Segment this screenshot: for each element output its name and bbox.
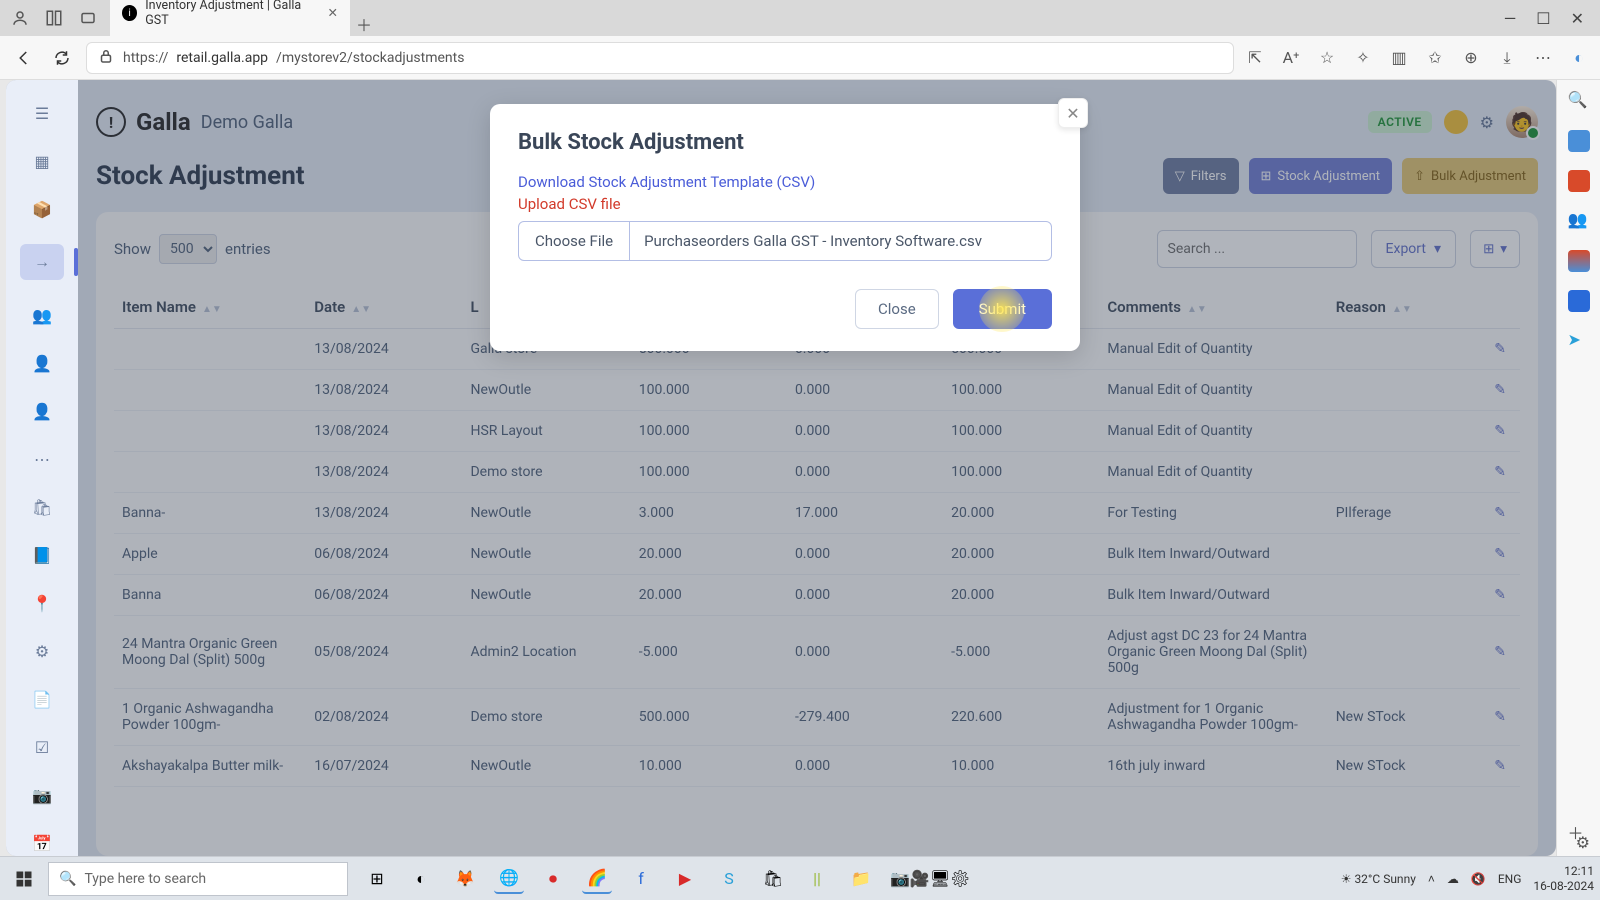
explorer-icon[interactable]: 📁: [846, 864, 876, 894]
nav-location-icon[interactable]: 📍: [29, 590, 55, 616]
browser-tab-strip: i Inventory Adjustment | Galla GST ✕ ＋ —…: [0, 0, 1600, 36]
app-icon[interactable]: ||: [802, 864, 832, 894]
chrome-icon[interactable]: 🌈: [582, 864, 612, 894]
read-aloud-icon[interactable]: A⁺: [1280, 48, 1302, 67]
choose-file-button[interactable]: Choose File: [519, 222, 630, 260]
game-bar-icon[interactable]: 📷🎥🖥⚙: [890, 869, 970, 888]
modal-close-button[interactable]: ✕: [1058, 98, 1088, 128]
favorites-bar-icon[interactable]: ✩: [1424, 48, 1446, 67]
send-icon[interactable]: ➤: [1568, 330, 1590, 352]
nav-report-icon[interactable]: 📄: [29, 686, 55, 712]
task-view-icon[interactable]: ⊞: [362, 864, 392, 894]
language-indicator[interactable]: ENG: [1498, 872, 1522, 886]
tab-title: Inventory Adjustment | Galla GST: [145, 0, 319, 28]
nav-customers-icon[interactable]: 👥: [29, 302, 55, 328]
download-template-link[interactable]: Download Stock Adjustment Template (CSV): [518, 173, 1052, 191]
weather-widget[interactable]: ☀ 32°C Sunny: [1341, 872, 1416, 886]
clock[interactable]: 12:11 16-08-2024: [1533, 864, 1594, 893]
url-input[interactable]: https:// retail.galla.app/mystorev2/stock…: [86, 42, 1234, 74]
split-screen-icon[interactable]: ▥: [1388, 48, 1410, 67]
edge-icon[interactable]: 🌐: [494, 864, 524, 894]
close-window-icon[interactable]: ✕: [1571, 9, 1584, 28]
nav-camera-icon[interactable]: 📷: [29, 782, 55, 808]
file-input-row: Choose File Purchaseorders Galla GST - I…: [518, 221, 1052, 261]
browser-tab-active[interactable]: i Inventory Adjustment | Galla GST ✕: [110, 0, 350, 36]
bulk-adjustment-modal: ✕ Bulk Stock Adjustment Download Stock A…: [490, 104, 1080, 351]
back-button[interactable]: [10, 44, 38, 72]
record-icon[interactable]: ⏺: [538, 864, 568, 894]
search-icon: 🔍: [59, 871, 76, 887]
search-placeholder: Type here to search: [84, 871, 206, 887]
clock-time: 12:11: [1533, 864, 1594, 878]
youtube-icon[interactable]: ▶: [670, 864, 700, 894]
skype-icon[interactable]: S: [714, 864, 744, 894]
nav-menu-icon[interactable]: ☰: [29, 100, 55, 126]
tools-icon[interactable]: [1568, 170, 1590, 192]
nav-inventory-icon[interactable]: 📦: [29, 196, 55, 222]
extensions-icon[interactable]: ✧: [1352, 48, 1374, 67]
close-tab-icon[interactable]: ✕: [328, 5, 338, 21]
nav-dashboard-icon[interactable]: ▦: [29, 148, 55, 174]
office-icon[interactable]: [1568, 250, 1590, 272]
favorite-icon[interactable]: ☆: [1316, 48, 1338, 67]
nav-book-icon[interactable]: 📘: [29, 542, 55, 568]
browser-address-bar: https:// retail.galla.app/mystorev2/stock…: [0, 36, 1600, 80]
firefox-icon[interactable]: 🦊: [450, 864, 480, 894]
nav-check-icon[interactable]: ☑: [29, 734, 55, 760]
maximize-icon[interactable]: ☐: [1536, 9, 1550, 28]
modal-close-action[interactable]: Close: [855, 289, 939, 329]
nav-calendar-icon[interactable]: 📅: [29, 830, 55, 856]
more-icon[interactable]: ⋯: [1532, 48, 1554, 67]
nav-settings-icon[interactable]: ⚙: [29, 638, 55, 664]
nav-user2-icon[interactable]: 👤: [29, 398, 55, 424]
selected-filename: Purchaseorders Galla GST - Inventory Sof…: [630, 222, 1051, 260]
tray-chevron-icon[interactable]: ˄: [1428, 872, 1435, 886]
open-external-icon[interactable]: ⇱: [1244, 48, 1266, 67]
workspaces-icon[interactable]: [42, 6, 66, 30]
outlook-icon[interactable]: [1568, 290, 1590, 312]
url-host: retail.galla.app: [176, 50, 268, 66]
new-tab-button[interactable]: ＋: [350, 12, 378, 36]
lock-icon: [97, 47, 115, 69]
upload-label: Upload CSV file: [518, 195, 1052, 213]
people-icon[interactable]: 👥: [1568, 210, 1590, 232]
nav-user-icon[interactable]: 👤: [29, 350, 55, 376]
nav-more-icon[interactable]: ⋯: [29, 446, 55, 472]
collections-icon[interactable]: ⊕: [1460, 48, 1482, 67]
start-button[interactable]: [6, 861, 42, 897]
url-path: /mystorev2/stockadjustments: [276, 50, 464, 66]
shopping-icon[interactable]: [1568, 130, 1590, 152]
store-icon[interactable]: 🛍: [758, 864, 788, 894]
url-prefix: https://: [123, 50, 168, 66]
search-side-icon[interactable]: 🔍: [1568, 90, 1590, 112]
minimize-icon[interactable]: —: [1504, 9, 1517, 28]
modal-title: Bulk Stock Adjustment: [518, 130, 1052, 155]
copilot-task-icon[interactable]: ◐: [406, 864, 436, 894]
taskbar-search[interactable]: 🔍 Type here to search: [48, 862, 348, 896]
submit-label: Submit: [979, 300, 1026, 318]
windows-taskbar: 🔍 Type here to search ⊞ ◐ 🦊 🌐 ⏺ 🌈 f ▶ S …: [0, 856, 1600, 900]
edge-sidebar: 🔍 👥 ➤ ＋: [1556, 80, 1600, 856]
copilot-icon[interactable]: ◐: [1568, 48, 1590, 68]
nav-purchase-icon[interactable]: 🛍: [29, 494, 55, 520]
onedrive-icon[interactable]: ☁: [1447, 872, 1459, 886]
facebook-icon[interactable]: f: [626, 864, 656, 894]
downloads-icon[interactable]: ⤓: [1496, 48, 1518, 68]
refresh-button[interactable]: [48, 44, 76, 72]
left-nav: ☰ ▦ 📦 → 👥 👤 👤 ⋯ 🛍 📘 📍 ⚙ 📄 ☑ 📷 📅: [6, 80, 78, 856]
nav-adjustment-icon[interactable]: →: [20, 244, 64, 280]
favicon-icon: i: [122, 5, 137, 21]
edge-settings-icon[interactable]: ⚙: [1576, 833, 1590, 852]
modal-submit-button[interactable]: Submit: [953, 289, 1052, 329]
profile-icon[interactable]: [8, 6, 32, 30]
volume-icon[interactable]: 🔇: [1471, 872, 1486, 886]
tab-actions-icon[interactable]: [76, 6, 100, 30]
clock-date: 16-08-2024: [1533, 879, 1594, 893]
